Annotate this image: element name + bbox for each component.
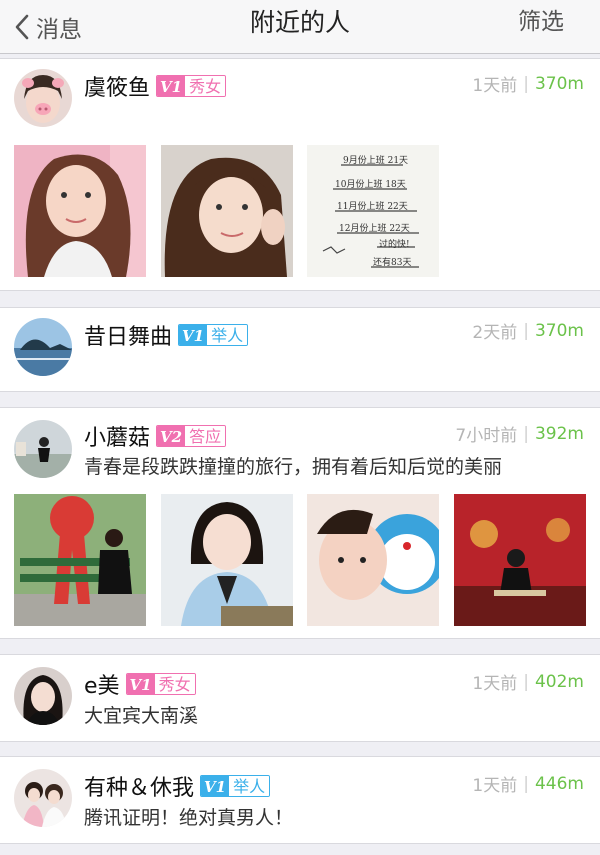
meta-separator: | — [523, 423, 529, 444]
user-name: e美 — [84, 674, 120, 699]
name-row: e美 V1 秀女 — [84, 669, 196, 699]
meta-separator: | — [523, 73, 529, 94]
avatar[interactable] — [14, 318, 72, 376]
avatar[interactable] — [14, 420, 72, 478]
note-text: 12月份上班 22天 — [339, 222, 410, 234]
avatar-image — [14, 769, 72, 827]
meta-info: 2天前 | 370m — [472, 318, 584, 344]
avatar[interactable] — [14, 69, 72, 127]
last-active-time: 1天前 — [472, 76, 518, 96]
level-badge: V2 答应 — [156, 425, 227, 447]
last-active-time: 1天前 — [472, 776, 518, 796]
navigation-bar: 消息 附近的人 筛选 — [0, 0, 600, 54]
distance: 370m — [534, 73, 584, 94]
last-active-time: 1天前 — [472, 674, 518, 694]
meta-info: 1天前 | 446m — [472, 771, 584, 797]
avatar[interactable] — [14, 769, 72, 827]
user-name: 有种＆休我 — [84, 776, 195, 801]
page-title: 附近的人 — [249, 8, 350, 37]
user-card[interactable]: 小蘑菇 V2 答应 7小时前 | 392m 青春是段跌跌撞撞的旅行，拥有着后知后… — [0, 407, 600, 639]
user-card[interactable]: e美 V1 秀女 1天前 | 402m 大宜宾大南溪 — [0, 654, 600, 742]
filter-button[interactable]: 筛选 — [518, 0, 564, 54]
rank-label: 举人 — [207, 325, 248, 345]
photo-thumbnail[interactable] — [307, 494, 439, 626]
user-card[interactable]: 昔日舞曲 V1 举人 2天前 | 370m — [0, 307, 600, 392]
level-badge: V1 秀女 — [156, 75, 227, 97]
photo-thumbnail[interactable] — [161, 145, 293, 277]
meta-separator: | — [523, 320, 529, 341]
level-label: V2 — [157, 426, 186, 446]
user-name: 昔日舞曲 — [84, 325, 173, 350]
photo-thumbnail[interactable] — [161, 494, 293, 626]
distance: 370m — [534, 320, 584, 341]
level-label: V1 — [201, 776, 230, 796]
level-label: V1 — [157, 76, 186, 96]
user-card[interactable]: 虞筱鱼 V1 秀女 1天前 | 370m 9月份上班 21天 10月份上班 18… — [0, 58, 600, 291]
meta-separator: | — [523, 773, 529, 794]
user-signature: 腾讯证明！绝对真男人！ — [84, 807, 294, 829]
level-badge: V1 举人 — [178, 324, 249, 346]
note-text: 9月份上班 21天 — [343, 154, 408, 166]
rank-label: 答应 — [185, 426, 226, 446]
last-active-time: 2天前 — [472, 323, 518, 343]
level-badge: V1 秀女 — [125, 673, 196, 695]
photo-thumbnail[interactable] — [14, 494, 146, 626]
avatar[interactable] — [14, 667, 72, 725]
name-row: 有种＆休我 V1 举人 — [84, 771, 271, 801]
avatar-image — [14, 69, 72, 127]
user-signature: 青春是段跌跌撞撞的旅行，拥有着后知后觉的美丽 — [84, 456, 503, 478]
note-text: 过的快! — [379, 238, 410, 250]
meta-separator: | — [523, 671, 529, 692]
level-label: V1 — [179, 325, 208, 345]
avatar-image — [14, 420, 72, 478]
distance: 402m — [534, 671, 584, 692]
photo-thumbnail[interactable] — [14, 145, 146, 277]
avatar-image — [14, 667, 72, 725]
distance: 446m — [534, 773, 584, 794]
rank-label: 秀女 — [185, 76, 226, 96]
meta-info: 1天前 | 370m — [472, 71, 584, 97]
level-badge: V1 举人 — [200, 775, 271, 797]
user-name: 小蘑菇 — [84, 426, 151, 451]
photo-thumbnail[interactable]: 9月份上班 21天 10月份上班 18天 11月份上班 22天 12月份上班 22天过… — [307, 145, 439, 277]
note-text: 10月份上班 18天 — [335, 178, 406, 190]
note-text: 11月份上班 22天 — [337, 200, 408, 212]
rank-label: 举人 — [229, 776, 270, 796]
name-row: 虞筱鱼 V1 秀女 — [84, 71, 227, 101]
name-row: 昔日舞曲 V1 举人 — [84, 320, 249, 350]
user-name: 虞筱鱼 — [84, 76, 151, 101]
photo-thumbnail[interactable] — [454, 494, 586, 626]
meta-info: 7小时前 | 392m — [455, 421, 584, 447]
name-row: 小蘑菇 V2 答应 — [84, 421, 227, 451]
level-label: V1 — [126, 674, 155, 694]
meta-info: 1天前 | 402m — [472, 669, 584, 695]
note-text: 还有83天 — [373, 256, 411, 268]
avatar-image — [14, 318, 72, 376]
user-signature: 大宜宾大南溪 — [84, 705, 199, 727]
rank-label: 秀女 — [154, 674, 195, 694]
last-active-time: 7小时前 — [455, 426, 518, 446]
user-card[interactable]: 有种＆休我 V1 举人 1天前 | 446m 腾讯证明！绝对真男人！ — [0, 756, 600, 844]
distance: 392m — [534, 423, 584, 444]
